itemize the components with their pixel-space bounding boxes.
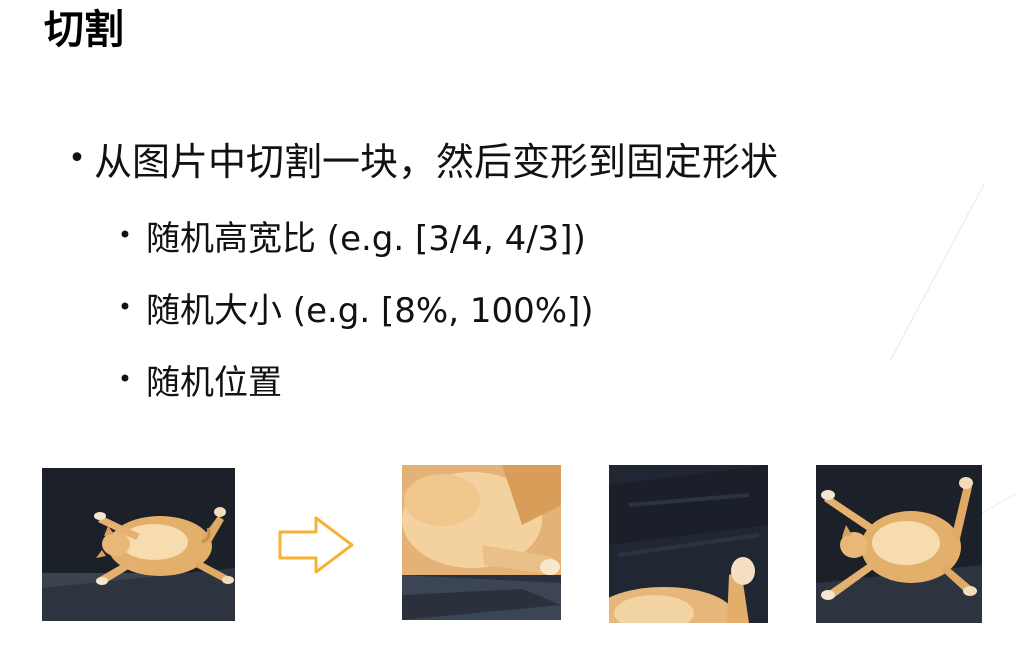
slide-title: 切割 bbox=[44, 7, 124, 53]
cropped-cat-image-3 bbox=[816, 465, 982, 623]
sub-bullet-position: • 随机位置 bbox=[104, 354, 282, 404]
original-cat-image bbox=[42, 468, 235, 621]
bullet-marker: • bbox=[117, 221, 133, 249]
bullet-marker: • bbox=[117, 365, 133, 393]
bullet-marker: • bbox=[117, 293, 133, 321]
cropped-cat-image-1 bbox=[402, 465, 561, 620]
bullet-marker: • bbox=[68, 140, 86, 176]
sub-bullet-size: • 随机大小 (e.g. [8%, 100%]) bbox=[104, 282, 594, 332]
bullet-text: 随机高宽比 (e.g. [3/4, 4/3]) bbox=[146, 218, 586, 259]
cropped-cat-image-2 bbox=[609, 465, 768, 623]
bullet-text: 随机大小 (e.g. [8%, 100%]) bbox=[146, 290, 594, 331]
bullet-main: • 从图片中切割一块，然后变形到固定形状 bbox=[60, 130, 778, 186]
decorative-line bbox=[890, 183, 985, 361]
arrow-right-icon bbox=[278, 516, 354, 574]
sub-bullet-aspect-ratio: • 随机高宽比 (e.g. [3/4, 4/3]) bbox=[104, 210, 586, 260]
bullet-text: 随机位置 bbox=[146, 362, 282, 403]
bullet-text: 从图片中切割一块，然后变形到固定形状 bbox=[94, 139, 779, 184]
